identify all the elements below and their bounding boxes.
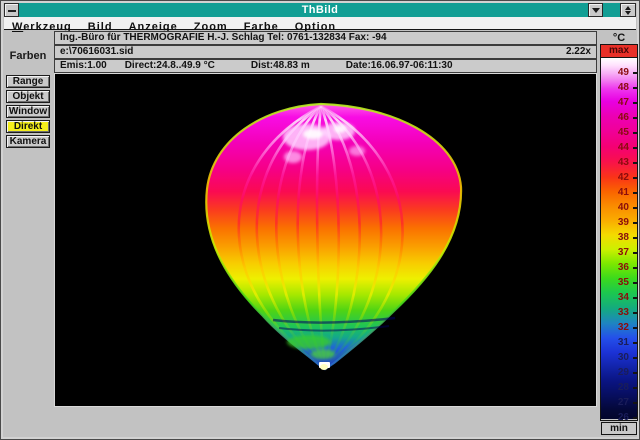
- scale-tick: [633, 312, 638, 314]
- status-direct: Direct:24.8..49.9 °C: [125, 60, 215, 72]
- zoom-factor: 2.22x: [566, 46, 591, 58]
- scale-tick: [633, 267, 638, 269]
- scale-temp-label: 48: [618, 82, 629, 93]
- app-window: ThBild WerkzeugBildAnzeigeZoomFarbeOptio…: [0, 0, 640, 440]
- status-bar: Emis:1.00 Direct:24.8..49.9 °C Dist:48.8…: [54, 59, 597, 73]
- restore-button[interactable]: [620, 3, 636, 17]
- thermal-image-panel[interactable]: [54, 73, 597, 407]
- scale-temp-label: 47: [618, 97, 629, 108]
- sidebar-button-window[interactable]: Window: [6, 105, 50, 118]
- company-info: Ing.-Büro für THERMOGRAFIE H.-J. Schlag …: [60, 32, 387, 44]
- minimize-button[interactable]: [588, 3, 603, 17]
- scale-temp-label: 31: [618, 337, 629, 348]
- balloon-thermal-image: [55, 74, 596, 406]
- sidebar-button-objekt[interactable]: Objekt: [6, 90, 50, 103]
- restore-up-icon: [625, 6, 631, 10]
- scale-tick: [633, 402, 638, 404]
- titlebar: ThBild: [4, 3, 636, 17]
- scale-temp-label: 28: [618, 382, 629, 393]
- status-date: Date:16.06.97-06:11:30: [346, 60, 453, 72]
- scale-temp-label: 38: [618, 232, 629, 243]
- scale-tick: [633, 252, 638, 254]
- scale-temp-label: 35: [618, 277, 629, 288]
- sidebar-button-kamera[interactable]: Kamera: [6, 135, 50, 148]
- scale-temp-label: 33: [618, 307, 629, 318]
- scale-gradient-bar: 49 48 47 46 45 44 43 42 41 40 39 38 37 36 35 34 33 32 31 30…: [601, 58, 637, 419]
- scale-temp-label: 44: [618, 142, 629, 153]
- scale-tick: [633, 72, 638, 74]
- scale-temp-label: 43: [618, 157, 629, 168]
- sidebar-button-direkt[interactable]: Direkt: [6, 120, 50, 133]
- scale-tick: [633, 147, 638, 149]
- scale-temp-label: 41: [618, 187, 629, 198]
- scale-tick: [633, 132, 638, 134]
- scale-tick: [633, 117, 638, 119]
- scale-tick: [633, 177, 638, 179]
- temperature-scale: max 49 48 47 46 45 44 43 42 41 40 39 38 37 36 35 34 33 32…: [600, 44, 638, 421]
- scale-tick: [633, 282, 638, 284]
- scale-max-label: max: [601, 45, 637, 58]
- sidebar-title: Farben: [3, 50, 53, 62]
- restore-down-icon: [625, 11, 631, 15]
- scale-temp-label: 29: [618, 367, 629, 378]
- scale-temp-label: 45: [618, 127, 629, 138]
- scale-tick: [633, 372, 638, 374]
- scale-temp-label: 32: [618, 322, 629, 333]
- scale-min-label: min: [601, 422, 637, 435]
- sidebar-button-range[interactable]: Range: [6, 75, 50, 88]
- scale-tick: [633, 87, 638, 89]
- scale-temp-label: 34: [618, 292, 629, 303]
- window-title: ThBild: [4, 3, 636, 17]
- scale-tick: [633, 387, 638, 389]
- scale-temp-label: 37: [618, 247, 629, 258]
- minimize-icon: [592, 8, 600, 13]
- scale-temp-label: 46: [618, 112, 629, 123]
- scale-tick: [633, 342, 638, 344]
- status-dist: Dist:48.83 m: [251, 60, 310, 72]
- scale-tick: [633, 207, 638, 209]
- scale-tick: [633, 192, 638, 194]
- scale-tick: [633, 297, 638, 299]
- scale-tick: [633, 237, 638, 239]
- scale-temp-label: 42: [618, 172, 629, 183]
- scale-tick: [633, 102, 638, 104]
- status-emis: Emis:1.00: [60, 60, 107, 72]
- scale-temp-label: 30: [618, 352, 629, 363]
- scale-temp-label: 36: [618, 262, 629, 273]
- scale-temp-label: 39: [618, 217, 629, 228]
- file-bar: e:\70616031.sid 2.22x: [54, 45, 597, 59]
- scale-temp-label: 40: [618, 202, 629, 213]
- scale-tick: [633, 162, 638, 164]
- scale-temp-label: 27: [618, 397, 629, 408]
- scale-unit-label: °C: [601, 32, 637, 44]
- menubar: WerkzeugBildAnzeigeZoomFarbeOption: [4, 17, 636, 30]
- scale-temp-label: 49: [618, 67, 629, 78]
- scale-tick: [633, 357, 638, 359]
- scale-tick: [633, 222, 638, 224]
- file-path: e:\70616031.sid: [60, 46, 133, 58]
- info-bar: Ing.-Büro für THERMOGRAFIE H.-J. Schlag …: [54, 31, 597, 45]
- scale-tick: [633, 417, 638, 419]
- scale-tick: [633, 327, 638, 329]
